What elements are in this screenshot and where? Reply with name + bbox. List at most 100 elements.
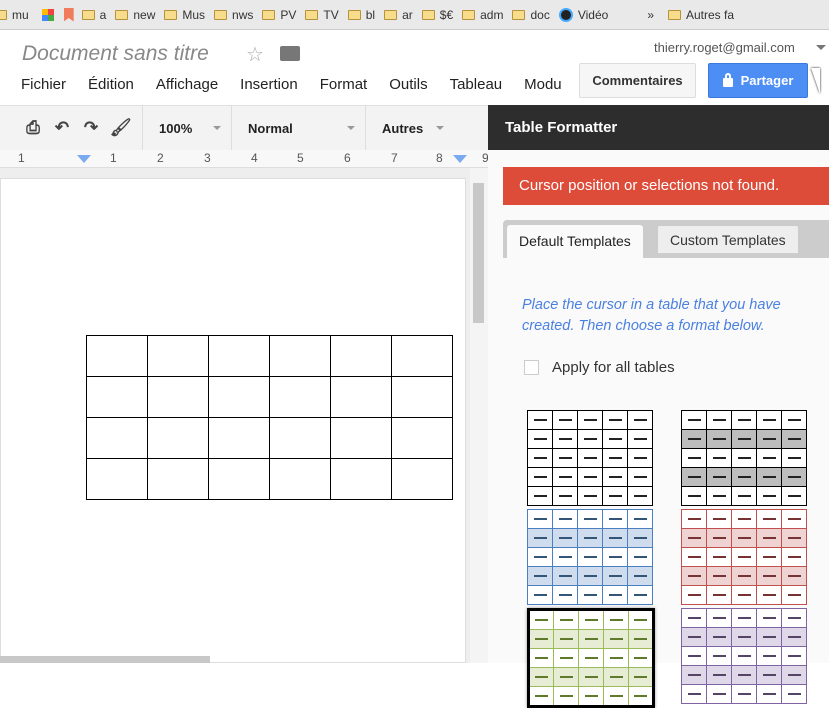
apps-icon[interactable] bbox=[41, 8, 54, 21]
apply-all-label[interactable]: Apply for all tables bbox=[552, 359, 675, 376]
folder-icon[interactable] bbox=[280, 46, 300, 61]
bookmark-6[interactable]: TV bbox=[305, 8, 339, 22]
document-page[interactable] bbox=[0, 178, 466, 663]
bookmark-9[interactable]: $€ bbox=[421, 8, 453, 22]
document-table[interactable] bbox=[86, 335, 453, 500]
table-cell[interactable] bbox=[86, 417, 148, 459]
bookmark-5[interactable]: PV bbox=[262, 8, 296, 22]
table-cell[interactable] bbox=[86, 458, 148, 500]
redo-icon[interactable]: ↷ bbox=[81, 119, 101, 136]
ruler[interactable]: 1123456789 bbox=[0, 150, 489, 168]
dash-mark bbox=[633, 456, 647, 459]
table-cell[interactable] bbox=[208, 458, 270, 500]
comments-button[interactable]: Commentaires bbox=[579, 63, 696, 98]
table-cell[interactable] bbox=[269, 417, 331, 459]
dash-mark bbox=[558, 494, 572, 497]
share-button[interactable]: Partager bbox=[708, 63, 808, 98]
table-cell[interactable] bbox=[147, 458, 209, 500]
left-indent-marker-icon[interactable] bbox=[77, 155, 91, 163]
menu-5[interactable]: Outils bbox=[389, 76, 427, 93]
bookmark-0[interactable]: mu bbox=[0, 8, 29, 22]
zoom-select[interactable]: 100% bbox=[143, 106, 231, 151]
paint-format-icon[interactable]: 🖌 bbox=[110, 119, 132, 136]
style-select[interactable]: Normal bbox=[232, 106, 365, 151]
menu-6[interactable]: Tableau bbox=[450, 76, 503, 93]
template-cell bbox=[681, 429, 707, 449]
table-cell[interactable] bbox=[330, 458, 392, 500]
template-cell bbox=[681, 467, 707, 487]
template-cell bbox=[781, 509, 807, 529]
template-plain-black[interactable] bbox=[527, 410, 653, 506]
table-cell[interactable] bbox=[391, 335, 453, 377]
dash-mark bbox=[608, 437, 622, 440]
template-cell bbox=[756, 585, 782, 605]
bookmark-10[interactable]: adm bbox=[462, 8, 503, 22]
dash-mark bbox=[687, 673, 701, 676]
table-cell[interactable] bbox=[391, 376, 453, 418]
bookmark-label: a bbox=[99, 7, 107, 22]
account-email[interactable]: thierry.roget@gmail.com bbox=[654, 40, 795, 55]
template-cell bbox=[602, 547, 628, 567]
table-cell[interactable] bbox=[208, 376, 270, 418]
undo-icon[interactable]: ↶ bbox=[52, 119, 72, 136]
template-cell bbox=[756, 429, 782, 449]
more-select[interactable]: Autres bbox=[366, 106, 454, 151]
dash-mark bbox=[712, 574, 726, 577]
tab-custom-templates[interactable]: Custom Templates bbox=[657, 225, 799, 254]
bookmark-other[interactable]: Autres fa bbox=[668, 8, 734, 22]
template-cell bbox=[527, 509, 553, 529]
template-cell bbox=[577, 547, 603, 567]
horizontal-scrollbar-thumb[interactable] bbox=[0, 656, 210, 663]
template-green-banded[interactable] bbox=[527, 608, 655, 708]
table-cell[interactable] bbox=[391, 417, 453, 459]
dash-mark bbox=[608, 536, 622, 539]
apply-all-checkbox[interactable] bbox=[524, 360, 539, 375]
scrollbar-thumb[interactable] bbox=[473, 183, 484, 323]
bookmark-icon[interactable] bbox=[63, 7, 74, 22]
table-cell[interactable] bbox=[208, 335, 270, 377]
template-row bbox=[681, 566, 807, 586]
template-row bbox=[527, 509, 653, 529]
menu-0[interactable]: Fichier bbox=[21, 76, 66, 93]
bookmark-4[interactable]: nws bbox=[214, 8, 253, 22]
account-dropdown-icon[interactable] bbox=[816, 45, 826, 50]
table-cell[interactable] bbox=[86, 335, 148, 377]
document-title[interactable]: Document sans titre bbox=[22, 42, 209, 66]
tab-default-templates[interactable]: Default Templates bbox=[507, 225, 643, 258]
template-tabs: Default Templates Custom Templates bbox=[503, 220, 829, 258]
bookmark-11[interactable]: doc bbox=[512, 8, 550, 22]
menu-1[interactable]: Édition bbox=[88, 76, 134, 93]
table-cell[interactable] bbox=[86, 376, 148, 418]
bookmarks-overflow-button[interactable]: » bbox=[647, 8, 654, 22]
right-indent-marker-icon[interactable] bbox=[453, 155, 467, 163]
table-cell[interactable] bbox=[391, 458, 453, 500]
table-cell[interactable] bbox=[208, 417, 270, 459]
menu-4[interactable]: Format bbox=[320, 76, 368, 93]
table-cell[interactable] bbox=[147, 335, 209, 377]
table-cell[interactable] bbox=[330, 417, 392, 459]
bookmark-video[interactable]: Vidéo bbox=[558, 7, 608, 22]
template-purple-banded[interactable] bbox=[681, 608, 807, 704]
template-gray-banded[interactable] bbox=[681, 410, 807, 506]
table-cell[interactable] bbox=[147, 376, 209, 418]
table-cell[interactable] bbox=[330, 335, 392, 377]
bookmark-3[interactable]: Mus bbox=[164, 8, 205, 22]
menu-2[interactable]: Affichage bbox=[156, 76, 218, 93]
template-red-banded[interactable] bbox=[681, 509, 807, 605]
menu-3[interactable]: Insertion bbox=[240, 76, 298, 93]
template-blue-banded[interactable] bbox=[527, 509, 653, 605]
table-cell[interactable] bbox=[269, 458, 331, 500]
table-cell[interactable] bbox=[269, 335, 331, 377]
bookmark-7[interactable]: bl bbox=[347, 8, 375, 22]
dash-mark bbox=[762, 437, 776, 440]
bookmark-8[interactable]: ar bbox=[384, 8, 413, 22]
menu-7[interactable]: Modu bbox=[524, 76, 562, 93]
table-cell[interactable] bbox=[269, 376, 331, 418]
print-icon[interactable]: ⎙ bbox=[23, 119, 43, 136]
star-icon[interactable]: ☆ bbox=[246, 42, 264, 67]
table-cell[interactable] bbox=[147, 417, 209, 459]
dash-mark bbox=[609, 694, 623, 697]
table-cell[interactable] bbox=[330, 376, 392, 418]
bookmark-2[interactable]: new bbox=[115, 8, 155, 22]
bookmark-1[interactable]: a bbox=[81, 7, 107, 22]
